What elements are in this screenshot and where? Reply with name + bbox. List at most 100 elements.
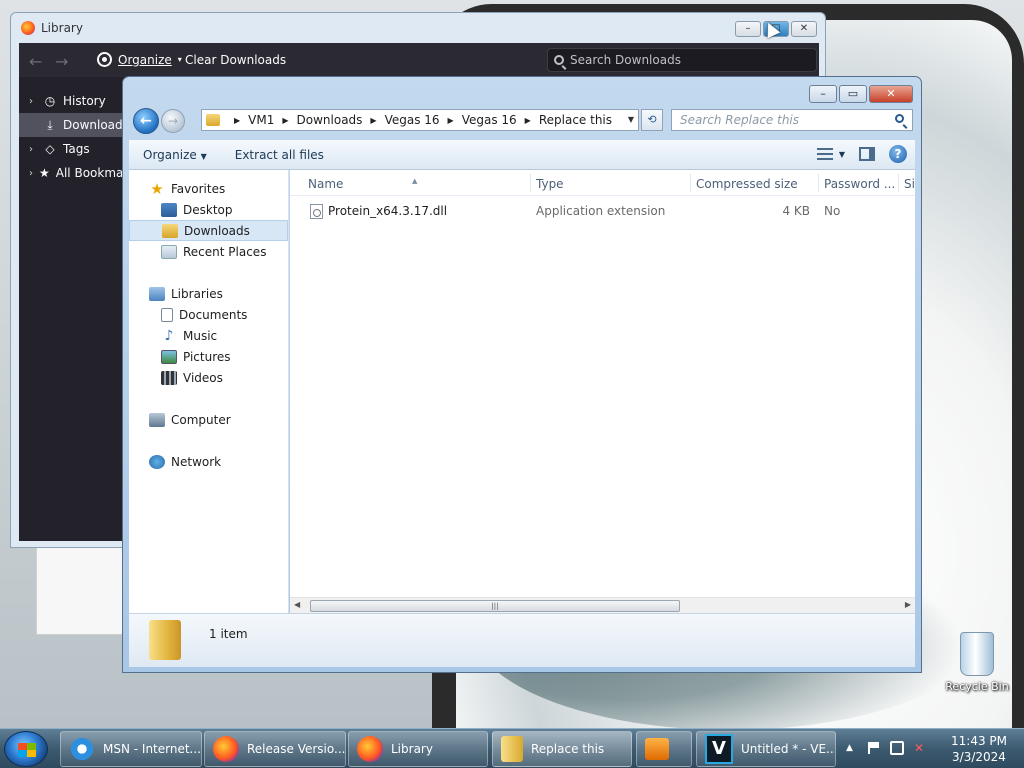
address-bar[interactable]: ▶ VM1 ▶ Downloads ▶ Vegas 16 ▶ Vegas 16 …: [201, 109, 639, 131]
sidebar-item-history[interactable]: › ◷ History: [19, 89, 131, 113]
chevron-down-icon[interactable]: ▼: [628, 115, 634, 124]
system-tray: ▲ ✕ 11:43 PM 3/3/2024: [840, 729, 1024, 768]
scrollbar-thumb[interactable]: |||: [310, 600, 680, 612]
firefox-icon: [213, 736, 239, 762]
column-size[interactable]: Si: [904, 177, 915, 191]
nav-network[interactable]: Network: [129, 451, 288, 472]
file-name: Protein_x64.3.17.dll: [328, 204, 448, 218]
library-titlebar[interactable]: Library – □ ✕: [11, 13, 825, 43]
recycle-bin-shortcut[interactable]: Recycle Bin: [944, 632, 1010, 693]
chevron-down-icon: ▾: [177, 55, 182, 64]
nav-documents[interactable]: Documents: [129, 304, 288, 325]
windows-logo-icon: [18, 743, 36, 757]
column-type[interactable]: Type: [536, 177, 564, 191]
sidebar-item-tags[interactable]: › ◇ Tags: [19, 137, 131, 161]
close-button[interactable]: ✕: [791, 21, 817, 37]
star-icon: ★: [150, 179, 164, 198]
volume-muted-icon[interactable]: ✕: [914, 741, 928, 755]
breadcrumb-downloads[interactable]: Downloads: [297, 113, 363, 127]
forward-button[interactable]: →: [161, 109, 185, 133]
libraries-icon: [149, 286, 165, 301]
gear-icon: [97, 52, 112, 67]
minimize-button[interactable]: –: [735, 21, 761, 37]
downloads-folder-icon: [162, 223, 178, 238]
sidebar-item-downloads[interactable]: ⤓ Downloads: [19, 113, 131, 137]
organize-button[interactable]: Organize ▼: [129, 148, 221, 162]
minimize-button[interactable]: –: [809, 85, 837, 103]
breadcrumb-separator-icon: ▶: [234, 115, 241, 125]
address-row: ← → ▶ VM1 ▶ Downloads ▶ Vegas 16 ▶ Vegas…: [131, 106, 915, 136]
taskbar-item-replace-this[interactable]: Replace this: [492, 731, 632, 767]
taskbar-item-vegas[interactable]: V Untitled * - VE...: [696, 731, 836, 767]
music-icon: ♪: [164, 327, 174, 344]
taskbar-item-media-player[interactable]: [636, 731, 692, 767]
sidebar-item-label: Tags: [63, 142, 90, 156]
firefox-icon: [21, 21, 35, 35]
extract-all-files-button[interactable]: Extract all files: [221, 148, 338, 162]
tag-icon: ◇: [45, 142, 55, 156]
breadcrumb-vegas16-inner[interactable]: Vegas 16: [462, 113, 517, 127]
nav-recent-places[interactable]: Recent Places: [129, 241, 288, 262]
nav-desktop[interactable]: Desktop: [129, 199, 288, 220]
column-compressed-size[interactable]: Compressed size: [696, 177, 798, 191]
sidebar-item-label: All Bookmarks: [55, 166, 131, 180]
action-center-flag-icon[interactable]: [868, 742, 880, 754]
file-list: ▲ Name Type Compressed size Password ...…: [290, 170, 915, 613]
videos-icon: [161, 370, 177, 385]
sort-ascending-icon: ▲: [412, 177, 418, 185]
show-hidden-icons-arrow-icon[interactable]: ▲: [846, 743, 853, 753]
change-view-button[interactable]: ▼: [816, 148, 845, 160]
nav-music[interactable]: ♪ Music: [129, 325, 288, 346]
search-downloads-placeholder: Search Downloads: [570, 53, 681, 67]
search-placeholder: Search Replace this: [680, 113, 800, 127]
horizontal-scrollbar[interactable]: ◀ ||| ▶: [290, 597, 915, 613]
vegas-icon: V: [705, 734, 733, 764]
help-icon[interactable]: ?: [889, 145, 907, 163]
documents-icon: [161, 307, 173, 322]
breadcrumb-separator-icon[interactable]: ▶: [370, 116, 376, 125]
preview-pane-icon[interactable]: [859, 147, 875, 161]
breadcrumb-vm1[interactable]: VM1: [248, 113, 274, 127]
column-name[interactable]: Name: [308, 177, 343, 191]
forward-arrow-icon[interactable]: →: [55, 52, 68, 71]
chevron-right-icon: ›: [29, 143, 33, 155]
nav-favorites[interactable]: ★ Favorites: [129, 178, 288, 199]
file-row[interactable]: Protein_x64.3.17.dll Application extensi…: [290, 200, 915, 222]
search-downloads-input[interactable]: Search Downloads: [547, 48, 817, 72]
clock[interactable]: 11:43 PM 3/3/2024: [936, 733, 1022, 765]
back-arrow-icon[interactable]: ←: [29, 52, 42, 71]
breadcrumb-replace-this[interactable]: Replace this: [539, 113, 612, 127]
close-button[interactable]: ✕: [869, 85, 913, 103]
taskbar-item-library[interactable]: Library: [348, 731, 488, 767]
start-button[interactable]: [4, 731, 48, 767]
nav-downloads[interactable]: Downloads: [129, 220, 288, 241]
nav-pictures[interactable]: Pictures: [129, 346, 288, 367]
maximize-button[interactable]: ▭: [839, 85, 867, 103]
back-button[interactable]: ←: [133, 108, 159, 134]
sidebar-item-label: History: [63, 94, 106, 108]
taskbar-item-msn[interactable]: MSN - Internet...: [60, 731, 202, 767]
organize-menu-button[interactable]: Organize ▾: [97, 52, 182, 67]
scroll-right-arrow-icon[interactable]: ▶: [905, 600, 911, 609]
nav-libraries[interactable]: Libraries: [129, 283, 288, 304]
nav-videos[interactable]: Videos: [129, 367, 288, 388]
refresh-button[interactable]: ⟲: [641, 109, 663, 131]
recycle-bin-icon: [960, 632, 994, 676]
clear-downloads-button[interactable]: Clear Downloads: [185, 53, 286, 67]
network-status-icon[interactable]: [890, 741, 904, 755]
chevron-right-icon: ›: [29, 167, 33, 179]
breadcrumb-separator-icon[interactable]: ▶: [448, 116, 454, 125]
breadcrumb-separator-icon[interactable]: ▶: [282, 116, 288, 125]
search-icon: [554, 55, 564, 65]
breadcrumb-vegas16[interactable]: Vegas 16: [385, 113, 440, 127]
sidebar-item-label: Downloads: [63, 118, 129, 132]
file-type: Application extension: [536, 204, 666, 218]
taskbar-item-release-version[interactable]: Release Versio...: [204, 731, 346, 767]
library-toolbar: ← → Organize ▾ Clear Downloads Search Do…: [19, 43, 819, 77]
sidebar-item-all-bookmarks[interactable]: › ★ All Bookmarks: [19, 161, 131, 185]
column-password[interactable]: Password ...: [824, 177, 895, 191]
breadcrumb-separator-icon[interactable]: ▶: [525, 116, 531, 125]
search-input[interactable]: Search Replace this: [671, 109, 913, 131]
nav-computer[interactable]: Computer: [129, 409, 288, 430]
scroll-left-arrow-icon[interactable]: ◀: [294, 600, 300, 609]
